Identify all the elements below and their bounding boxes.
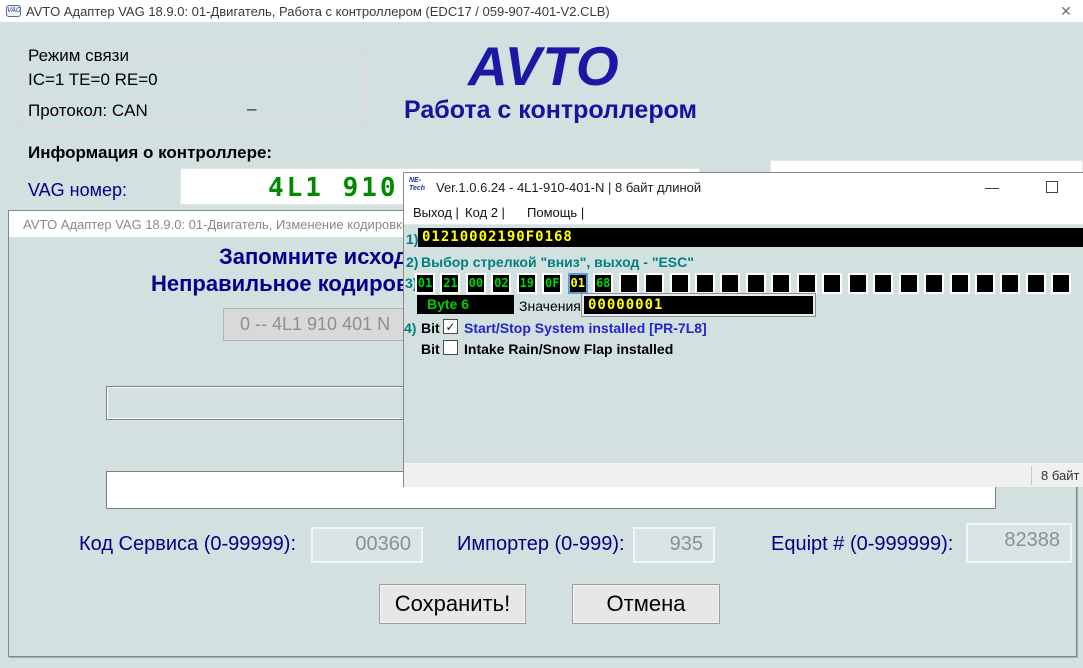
hex-byte-cell[interactable]: 01 <box>415 273 435 294</box>
hex-byte-cell[interactable]: 21 <box>440 273 460 294</box>
importer-field[interactable]: 935 <box>633 527 715 563</box>
hex-byte-cell[interactable] <box>771 273 791 294</box>
hex-byte-cell[interactable] <box>924 273 944 294</box>
statusbar-divider <box>1031 466 1032 485</box>
hex-byte-cell[interactable]: 00 <box>466 273 486 294</box>
close-icon[interactable]: ✕ <box>1052 1 1080 21</box>
equip-number-field[interactable]: 82388 <box>966 523 1072 563</box>
hex-byte-cell[interactable] <box>950 273 970 294</box>
hex-byte-cell[interactable] <box>822 273 842 294</box>
hex-byte-cell[interactable] <box>746 273 766 294</box>
selected-byte-name: Byte 6 <box>417 295 514 314</box>
hex-byte-cell[interactable] <box>644 273 664 294</box>
hex-byte-cell[interactable] <box>695 273 715 294</box>
hex-byte-cell[interactable]: 02 <box>491 273 511 294</box>
page-subtitle: Работа с контроллером <box>404 96 697 125</box>
equip-number-label: Equipt # (0-999999): <box>771 533 953 556</box>
netech-code2-window: NE- Tech Ver.1.0.6.24 - 4L1-910-401-N | … <box>403 172 1083 487</box>
hex-byte-cell[interactable] <box>797 273 817 294</box>
hex-byte-cell[interactable]: 19 <box>517 273 537 294</box>
menu-item-help[interactable]: Помощь | <box>527 205 584 220</box>
coding-window-title: AVTO Адаптер VAG 18.9.0: 01-Двигатель, И… <box>23 217 448 232</box>
importer-label: Импортер (0-999): <box>457 533 625 556</box>
netech-logo-line2: Tech <box>409 185 425 192</box>
app-icon: VAG <box>6 5 21 17</box>
avto-logo: AVTO <box>468 34 748 98</box>
netech-logo-icon: NE- Tech <box>409 177 431 195</box>
vag-number-label: VAG номер: <box>28 180 127 201</box>
service-code-field[interactable]: 00360 <box>311 527 423 563</box>
hex-byte-cell[interactable] <box>873 273 893 294</box>
hex-byte-cell[interactable]: 0F <box>542 273 562 294</box>
navigation-hint: Выбор стрелкой "вниз", выход - "ESC" <box>421 254 694 270</box>
cancel-button[interactable]: Отмена <box>572 584 720 624</box>
save-button[interactable]: Сохранить! <box>379 584 526 624</box>
protocol-label: Протокол: CAN <box>28 101 148 121</box>
main-window-titlebar: VAG AVTO Адаптер VAG 18.9.0: 01-Двигател… <box>0 0 1083 22</box>
service-code-label: Код Сервиса (0-99999): <box>79 533 296 556</box>
warning-line-2: Неправильное кодирова <box>151 271 421 297</box>
netech-titlebar: NE- Tech Ver.1.0.6.24 - 4L1-910-401-N | … <box>404 173 1083 201</box>
maximize-square <box>1046 181 1058 193</box>
netech-statusbar: 8 байт длиной <box>404 462 1083 487</box>
hex-byte-cell[interactable] <box>848 273 868 294</box>
controller-info-header: Информация о контроллере: <box>28 143 272 163</box>
hex-byte-cell[interactable]: 68 <box>593 273 613 294</box>
bit1-label: Intake Rain/Snow Flap installed <box>464 341 673 357</box>
row2-number: 2) <box>406 254 418 270</box>
hex-byte-cell[interactable] <box>1026 273 1046 294</box>
menu-item-code2[interactable]: Код 2 | <box>465 205 505 220</box>
comm-dash: – <box>247 99 256 119</box>
bit0-checkbox[interactable]: ✓ <box>443 319 458 334</box>
hex-byte-cell[interactable] <box>619 273 639 294</box>
hex-byte-cell[interactable] <box>670 273 690 294</box>
netech-logo-line1: NE- <box>409 177 421 184</box>
hex-byte-cell-selected[interactable]: 01 <box>568 273 588 294</box>
row1-number: 1) <box>406 231 418 247</box>
hex-byte-cell[interactable] <box>975 273 995 294</box>
comm-mode-header: Режим связи <box>28 46 129 66</box>
coding-hex-string-field[interactable]: 01210002190F0168 <box>418 228 1083 247</box>
netech-menubar: Выход | Код 2 | Помощь | <box>404 201 1083 225</box>
netech-window-title: Ver.1.0.6.24 - 4L1-910-401-N | 8 байт дл… <box>436 180 701 195</box>
byte-value-field[interactable]: 00000001 <box>582 294 815 316</box>
hex-byte-row: 01 21 00 02 19 0F 01 68 <box>415 273 1083 296</box>
comm-mode-values: IC=1 TE=0 RE=0 <box>28 70 158 90</box>
hex-byte-cell[interactable] <box>720 273 740 294</box>
statusbar-text: 8 байт длиной <box>1041 468 1083 483</box>
hex-byte-cell[interactable] <box>1051 273 1071 294</box>
bit0-label: Start/Stop System installed [PR-7L8] <box>464 320 707 336</box>
value-label: Значения: <box>519 298 585 314</box>
minimize-icon[interactable]: — <box>979 176 1005 198</box>
menu-item-exit[interactable]: Выход | <box>413 205 459 220</box>
row4-number: 4) <box>404 320 416 336</box>
hex-byte-cell[interactable] <box>899 273 919 294</box>
maximize-icon[interactable] <box>1039 178 1065 200</box>
main-window-title: AVTO Адаптер VAG 18.9.0: 01-Двигатель, Р… <box>26 4 610 19</box>
bit1-checkbox[interactable] <box>443 340 458 355</box>
hex-byte-cell[interactable] <box>1000 273 1020 294</box>
